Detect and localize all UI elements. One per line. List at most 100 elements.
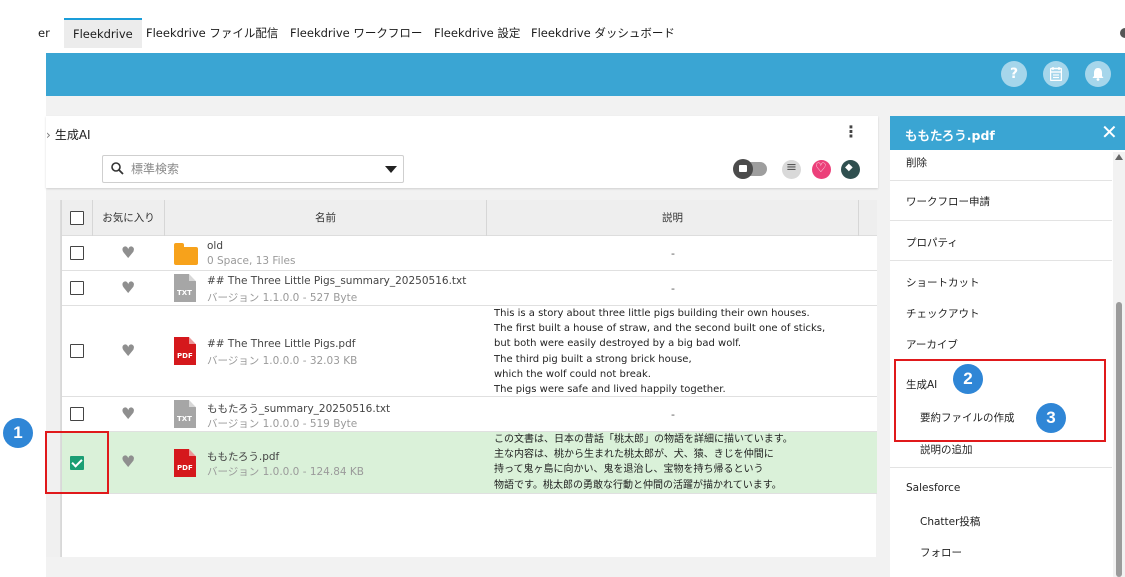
description-line: The pigs were safe and lived happily tog… — [494, 384, 726, 396]
menu-item-chatter-post[interactable]: Chatter投稿 — [890, 514, 1112, 529]
file-name[interactable]: ## The Three Little Pigs.pdf — [207, 338, 355, 350]
menu-divider — [890, 260, 1112, 261]
tab-fleekdrive-settings[interactable]: Fleekdrive 設定 — [425, 18, 529, 48]
scrollbar-thumb[interactable] — [1116, 302, 1122, 577]
bell-icon[interactable] — [1085, 61, 1111, 87]
search-input[interactable] — [131, 160, 361, 178]
search-box[interactable] — [102, 155, 404, 183]
menu-item-workflow-request[interactable]: ワークフロー申請 — [890, 194, 1112, 209]
favorite-heart-icon[interactable]: ♥ — [121, 406, 139, 422]
column-header-favorite[interactable]: お気に入り — [93, 200, 165, 236]
calendar-icon[interactable] — [1043, 61, 1069, 87]
menu-item-archive[interactable]: アーカイブ — [890, 337, 1112, 352]
breadcrumb: › 生成AI — [46, 126, 91, 143]
menu-item-add-description[interactable]: 説明の追加 — [890, 442, 1112, 457]
side-panel-title: ももたろう.pdf — [905, 128, 995, 143]
menu-item-follow[interactable]: フォロー — [890, 545, 1112, 560]
scroll-up-icon[interactable] — [1115, 154, 1123, 160]
table-row[interactable]: ♥ TXT ## The Three Little Pigs_summary_2… — [62, 271, 877, 306]
file-meta: バージョン 1.1.0.0 - 527 Byte — [207, 292, 358, 304]
pdf-file-icon: PDF — [174, 449, 196, 477]
file-meta: 0 Space, 13 Files — [207, 255, 296, 267]
app-header: ? — [46, 53, 1125, 96]
side-panel-header: ももたろう.pdf ✕ — [890, 116, 1125, 150]
file-table: お気に入り 名前 説明 ♥ old 0 Space, 13 Files - ♥ … — [61, 200, 877, 557]
column-header-description[interactable]: 説明 — [487, 200, 859, 236]
search-icon — [111, 162, 124, 175]
file-description: - — [671, 282, 675, 295]
side-panel-scrollbar[interactable] — [1113, 152, 1125, 577]
close-icon[interactable]: ✕ — [1101, 120, 1118, 144]
row-checkbox[interactable] — [70, 246, 84, 260]
favorite-heart-icon[interactable]: ♥ — [121, 280, 139, 296]
file-meta: バージョン 1.0.0.0 - 32.03 KB — [207, 355, 358, 367]
table-row[interactable]: ♥ TXT ももたろう_summary_20250516.txt バージョン 1… — [62, 397, 877, 432]
menu-item-properties[interactable]: プロパティ — [890, 235, 1112, 250]
file-action-panel: ももたろう.pdf ✕ 削除 ワークフロー申請 プロパティ ショートカット チェ… — [890, 116, 1125, 577]
tag-filter-icon[interactable] — [841, 160, 860, 179]
annotation-box-checkbox — [45, 431, 109, 494]
table-row-selected[interactable]: ♥ PDF ももたろう.pdf バージョン 1.0.0.0 - 124.84 K… — [62, 432, 877, 494]
description-line: but both were easily destroyed by a big … — [494, 338, 742, 350]
help-icon[interactable]: ? — [1001, 61, 1027, 87]
description-line: 持って鬼ヶ島に向かい、鬼を退治し、宝物を持ち帰るという — [494, 464, 764, 476]
step-badge-1: 1 — [3, 418, 33, 448]
row-checkbox[interactable] — [70, 407, 84, 421]
window-edge-indicator — [1120, 28, 1125, 38]
menu-divider — [890, 180, 1112, 181]
file-name[interactable]: ももたろう.pdf — [207, 449, 279, 464]
favorites-filter-icon[interactable] — [812, 160, 831, 179]
row-checkbox[interactable] — [70, 344, 84, 358]
table-header: お気に入り 名前 説明 — [62, 200, 877, 236]
more-options-icon[interactable]: ⋮ — [843, 124, 859, 140]
breadcrumb-current[interactable]: 生成AI — [55, 128, 91, 142]
list-view-icon[interactable] — [782, 160, 801, 179]
file-description: - — [671, 247, 675, 260]
favorite-heart-icon[interactable]: ♥ — [121, 245, 139, 261]
select-all-checkbox[interactable] — [70, 211, 84, 225]
table-row[interactable]: ♥ PDF ## The Three Little Pigs.pdf バージョン… — [62, 306, 877, 397]
menu-divider — [890, 467, 1112, 468]
favorite-heart-icon[interactable]: ♥ — [121, 343, 139, 359]
tab-fleekdrive-file-delivery[interactable]: Fleekdrive ファイル配信 — [137, 18, 287, 48]
description-line: The first built a house of straw, and th… — [494, 323, 826, 335]
table-row[interactable]: ♥ old 0 Space, 13 Files - — [62, 236, 877, 271]
file-meta: バージョン 1.0.0.0 - 519 Byte — [207, 418, 358, 430]
menu-item-delete[interactable]: 削除 — [890, 155, 1112, 170]
description-line: 物語です。桃太郎の勇敢な行動と仲間の活躍が描かれています。 — [494, 479, 782, 491]
folder-panel: › 生成AI ⋮ — [46, 116, 878, 188]
menu-item-checkout[interactable]: チェックアウト — [890, 306, 1112, 321]
tab-fleekdrive-workflow[interactable]: Fleekdrive ワークフロー — [281, 18, 431, 48]
description-line: The third pig built a strong brick house… — [494, 353, 692, 365]
row-checkbox[interactable] — [70, 281, 84, 295]
menu-group-salesforce: Salesforce — [906, 482, 961, 494]
thumbnail-view-toggle[interactable] — [733, 159, 767, 179]
select-all-cell — [62, 200, 93, 236]
step-badge-2: 2 — [953, 364, 983, 394]
file-description: This is a story about three little pigs … — [494, 306, 854, 397]
file-description: - — [671, 408, 675, 421]
file-description: この文書は、日本の昔話「桃太郎」の物語を詳細に描いています。 主な内容は、桃から… — [494, 432, 854, 493]
txt-file-icon: TXT — [174, 400, 196, 428]
file-name[interactable]: old — [207, 240, 223, 252]
search-dropdown-icon[interactable] — [385, 166, 397, 173]
tab-fleekdrive[interactable]: Fleekdrive — [64, 18, 142, 48]
txt-file-icon: TXT — [174, 274, 196, 302]
menu-item-shortcut[interactable]: ショートカット — [890, 275, 1112, 290]
file-name[interactable]: ## The Three Little Pigs_summary_2025051… — [207, 275, 466, 287]
file-meta: バージョン 1.0.0.0 - 124.84 KB — [207, 466, 364, 478]
description-line: この文書は、日本の昔話「桃太郎」の物語を詳細に描いています。 — [494, 434, 793, 445]
tab-fleekdrive-dashboard[interactable]: Fleekdrive ダッシュボード — [522, 18, 684, 48]
annotation-box-generative-ai — [894, 359, 1106, 442]
tab-truncated[interactable]: er — [38, 18, 59, 48]
favorite-heart-icon[interactable]: ♥ — [121, 454, 139, 470]
menu-divider — [890, 220, 1112, 221]
description-line: This is a story about three little pigs … — [494, 308, 810, 319]
breadcrumb-separator: › — [46, 128, 51, 142]
column-header-spacer — [859, 200, 877, 236]
column-header-name[interactable]: 名前 — [165, 200, 487, 236]
step-badge-3: 3 — [1036, 403, 1066, 433]
app-tab-bar: er Fleekdrive Fleekdrive ファイル配信 Fleekdri… — [0, 0, 1125, 48]
pdf-file-icon: PDF — [174, 337, 196, 365]
file-name[interactable]: ももたろう_summary_20250516.txt — [207, 401, 390, 416]
